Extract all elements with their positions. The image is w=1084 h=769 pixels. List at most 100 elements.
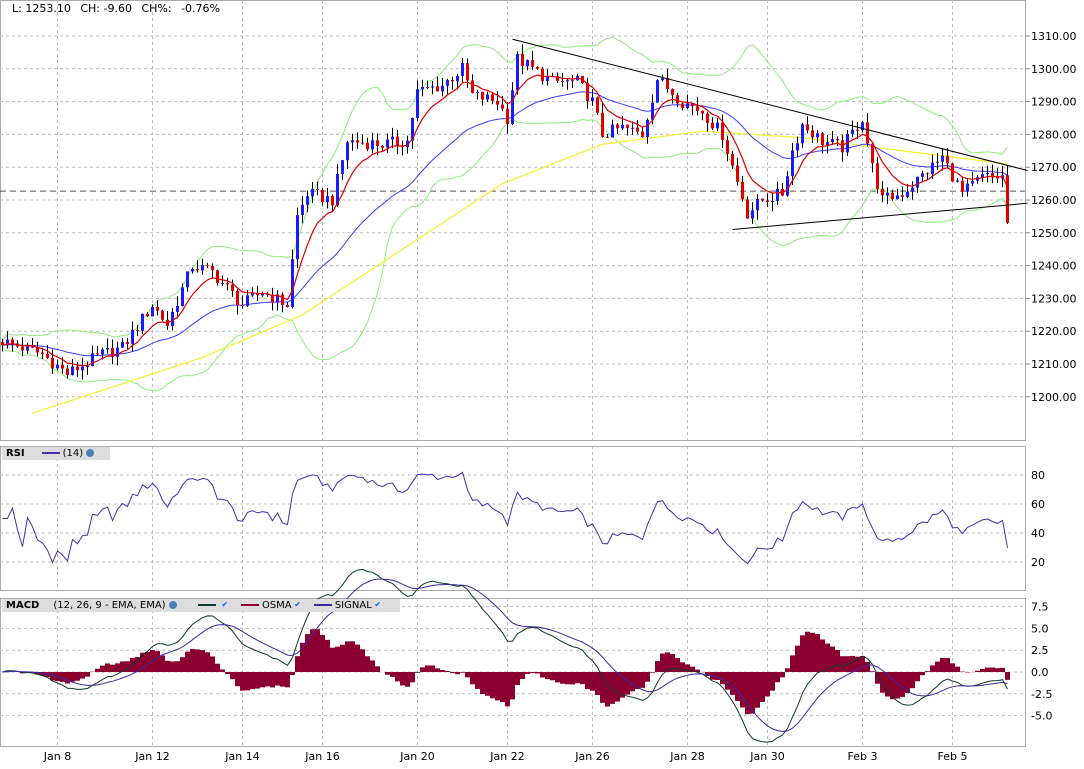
candle-body [896,195,899,200]
candle-body [916,176,919,188]
osma-bar [310,629,315,672]
osma-bar [660,653,665,672]
candle-body [786,176,789,196]
osma-bar [665,652,670,672]
candle-body [481,91,484,100]
candle-body [311,188,314,197]
candle-body [941,155,944,162]
osma-bar [410,672,415,683]
candle-body [151,307,154,317]
candle-body [661,78,664,81]
macd-tick-label: 7.5 [1031,601,1049,614]
rsi-param: (14) [62,448,84,459]
bollinger-upper [2,36,1008,343]
osma-bar [215,663,220,672]
candle-body [346,142,349,161]
osma-bar [395,672,400,682]
candle-body [716,122,719,129]
candle-body [306,196,309,205]
candle-body [911,187,914,192]
osma-bar [200,650,205,672]
candle-body [921,173,924,177]
osma-bar [535,672,540,674]
osma-bar [630,672,635,692]
candle-body [176,306,179,312]
candle-body [751,210,754,219]
osma-bar [585,672,590,690]
candle-body [621,124,624,129]
candle-body [461,63,464,76]
x-tick-label: Jan 28 [669,750,704,763]
osma-bar [435,668,440,672]
candle-body [46,353,49,358]
stock-chart[interactable]: Jan 8 Jan 12 Jan 14 Jan 16 Jan 20 Jan 22 Jan 2… [0,0,1084,769]
osma-bar [275,672,280,686]
candle-body [186,271,189,288]
candle-body [96,353,99,355]
osma-bar [465,672,470,678]
candle-body [331,196,334,206]
osma-bar [650,672,655,673]
x-tick-label: Jan 16 [304,750,339,763]
osma-bar [360,649,365,672]
osma-bar [735,672,740,701]
candle-body [436,86,439,92]
price-tick-label: 1260.00 [1031,194,1077,207]
candle-body [326,196,329,203]
signal-toggle-checkbox[interactable]: ✔ [373,601,382,609]
osma-bar [930,665,935,672]
osma-bar [830,646,835,672]
candle-body [381,145,384,148]
candle-body [736,165,739,182]
candle-body [236,290,239,305]
osma-bar [110,664,115,672]
candle-body [61,364,64,369]
osma-bar [605,672,610,707]
settings-globe-icon[interactable] [168,601,177,609]
candle-body [746,199,749,219]
osma-bar [550,672,555,681]
osma-bar [470,672,475,685]
candle-body [206,265,209,267]
candle-body [386,139,389,148]
candle-body [961,180,964,192]
candle-body [56,364,59,369]
osma-bar [495,672,500,701]
macd-param: (12, 26, 9 - EMA, EMA) [53,600,166,611]
osma-bar [525,672,530,675]
osma-bar [860,656,865,672]
price-tick-label: 1230.00 [1031,292,1077,305]
osma-bar [160,655,165,672]
candle-body [146,313,149,317]
osma-bar [940,657,945,672]
osma-bar [515,672,520,685]
osma-bar [540,672,545,678]
osma-toggle-checkbox[interactable]: ✔ [293,601,302,609]
candle-body [281,294,284,306]
osma-bar [900,672,905,697]
osma-bar [575,672,580,684]
candle-body [676,95,679,104]
osma-bar [365,656,370,672]
candle-body [1006,175,1009,223]
candle-body [586,83,589,102]
osma-bar [195,649,200,672]
candle-body [866,122,869,144]
osma-bar [570,672,575,685]
candle-body [131,329,134,345]
candle-body [301,204,304,216]
osma-bar [1005,672,1010,680]
osma-bar [75,672,80,681]
settings-globe-icon[interactable] [86,449,95,457]
candle-body [791,150,794,177]
candle-body [141,313,144,331]
osma-bar [250,672,255,690]
candle-body [876,163,879,189]
candle-body [826,142,829,146]
x-tick-label: Jan 30 [749,750,784,763]
osma-bar [980,668,985,672]
candle-body [371,140,374,150]
osma-bar [115,663,120,672]
candle-body [516,53,519,91]
macd-toggle-checkbox[interactable]: ✔ [220,601,229,609]
